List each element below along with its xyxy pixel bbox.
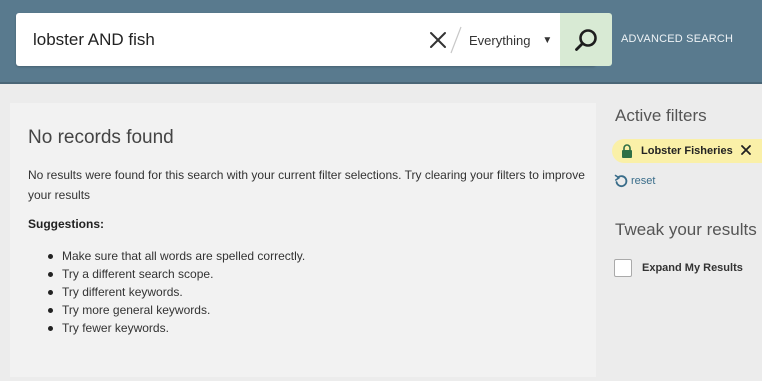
suggestions-list: Make sure that all words are spelled cor…: [48, 247, 305, 337]
results-message: No results were found for this search wi…: [28, 168, 585, 202]
search-box: Everything ▼: [16, 13, 612, 66]
search-input[interactable]: [33, 27, 413, 53]
reset-filters-link[interactable]: reset: [614, 174, 655, 188]
expand-results-label: Expand My Results: [642, 262, 743, 274]
suggestions-heading: Suggestions:: [28, 217, 105, 231]
search-button[interactable]: [560, 13, 612, 66]
results-panel: No records found No results were found f…: [10, 103, 596, 377]
active-filters-heading: Active filters: [615, 106, 707, 125]
list-item: Try fewer keywords.: [48, 319, 305, 337]
list-item: Try different keywords.: [48, 283, 305, 301]
sidebar: Active filters Lobster Fisheries reset T…: [596, 82, 762, 381]
list-item: Make sure that all words are spelled cor…: [48, 247, 305, 265]
scope-select[interactable]: Everything ▼: [469, 26, 559, 54]
scope-value: Everything: [469, 32, 531, 48]
expand-results-option[interactable]: Expand My Results: [614, 259, 743, 277]
list-item: Try a different search scope.: [48, 265, 305, 283]
results-title: No records found: [28, 127, 174, 148]
header-bar: Everything ▼ ADVANCED SEARCH: [0, 0, 762, 84]
clear-search-button[interactable]: [426, 28, 450, 52]
tweak-results-heading: Tweak your results: [615, 220, 757, 239]
filter-chip-label: Lobster Fisheries: [641, 145, 733, 157]
divider: [450, 26, 462, 54]
reset-label: reset: [631, 175, 656, 187]
close-icon: [430, 32, 446, 48]
remove-filter-button[interactable]: [740, 144, 751, 158]
lock-icon: [622, 144, 632, 158]
search-icon: [575, 28, 597, 51]
close-icon: [740, 144, 751, 155]
chevron-down-icon: ▼: [542, 34, 553, 46]
list-item: Try more general keywords.: [48, 301, 305, 319]
expand-results-checkbox[interactable]: [614, 259, 632, 277]
reset-icon: [614, 174, 628, 188]
active-filter-chip: Lobster Fisheries: [612, 139, 762, 163]
advanced-search-link[interactable]: ADVANCED SEARCH: [621, 33, 733, 45]
